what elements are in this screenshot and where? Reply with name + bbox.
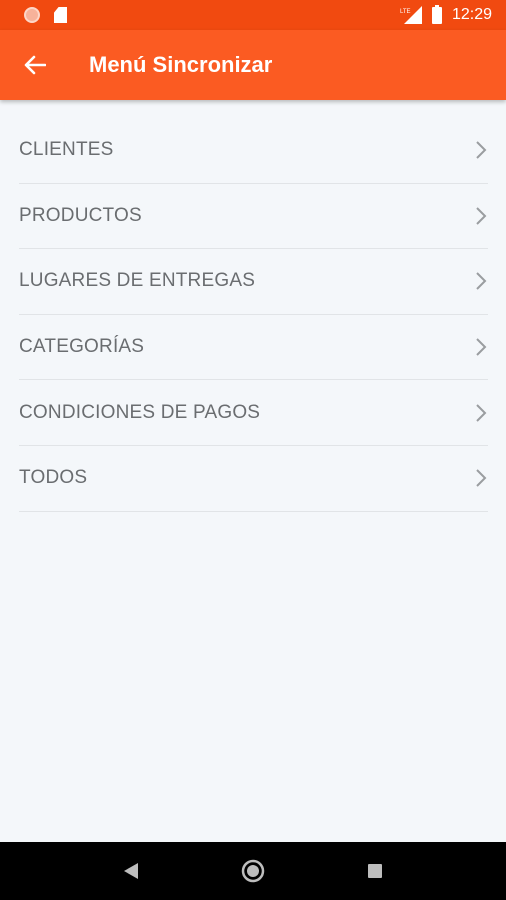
back-button[interactable] bbox=[0, 30, 70, 100]
menu-item-label: LUGARES DE ENTREGAS bbox=[19, 270, 256, 292]
menu-item-label: CLIENTES bbox=[19, 139, 114, 161]
chevron-right-icon bbox=[474, 403, 488, 423]
chevron-right-icon bbox=[474, 337, 488, 357]
menu-item-categorias[interactable]: CATEGORÍAS bbox=[19, 315, 488, 381]
chevron-right-icon bbox=[474, 140, 488, 160]
menu-item-condiciones-de-pagos[interactable]: CONDICIONES DE PAGOS bbox=[19, 380, 488, 446]
menu-item-label: CONDICIONES DE PAGOS bbox=[19, 401, 261, 423]
arrow-back-icon bbox=[24, 55, 46, 75]
status-time: 12:29 bbox=[451, 6, 492, 23]
status-left bbox=[24, 7, 67, 23]
nav-back-button[interactable] bbox=[111, 851, 151, 891]
chevron-right-icon bbox=[474, 468, 488, 488]
system-nav-bar bbox=[0, 842, 506, 900]
lte-signal-icon: LTE bbox=[400, 6, 422, 24]
notification-dot-icon bbox=[24, 7, 40, 23]
network-label: LTE bbox=[400, 9, 411, 15]
app-bar: Menú Sincronizar bbox=[0, 30, 506, 100]
home-circle-icon bbox=[241, 859, 265, 883]
menu-item-productos[interactable]: PRODUCTOS bbox=[19, 184, 488, 250]
menu-item-clientes[interactable]: CLIENTES bbox=[19, 118, 488, 184]
nav-home-button[interactable] bbox=[233, 851, 273, 891]
menu-item-todos[interactable]: TODOS bbox=[19, 446, 488, 512]
menu-item-lugares-de-entregas[interactable]: LUGARES DE ENTREGAS bbox=[19, 249, 488, 315]
sd-card-icon bbox=[54, 7, 67, 23]
back-triangle-icon bbox=[124, 863, 138, 879]
chevron-right-icon bbox=[474, 271, 488, 291]
status-bar: LTE 12:29 bbox=[0, 0, 506, 30]
menu-item-label: TODOS bbox=[19, 467, 88, 489]
page-title: Menú Sincronizar bbox=[89, 52, 273, 77]
nav-recents-button[interactable] bbox=[355, 851, 395, 891]
battery-icon bbox=[431, 4, 442, 24]
status-right: LTE 12:29 bbox=[400, 4, 492, 24]
menu-item-label: CATEGORÍAS bbox=[19, 336, 145, 358]
menu-item-label: PRODUCTOS bbox=[19, 204, 142, 226]
sync-menu-list: CLIENTES PRODUCTOS LUGARES DE ENTREGAS C… bbox=[19, 118, 488, 512]
recents-square-icon bbox=[368, 864, 382, 878]
chevron-right-icon bbox=[474, 206, 488, 226]
